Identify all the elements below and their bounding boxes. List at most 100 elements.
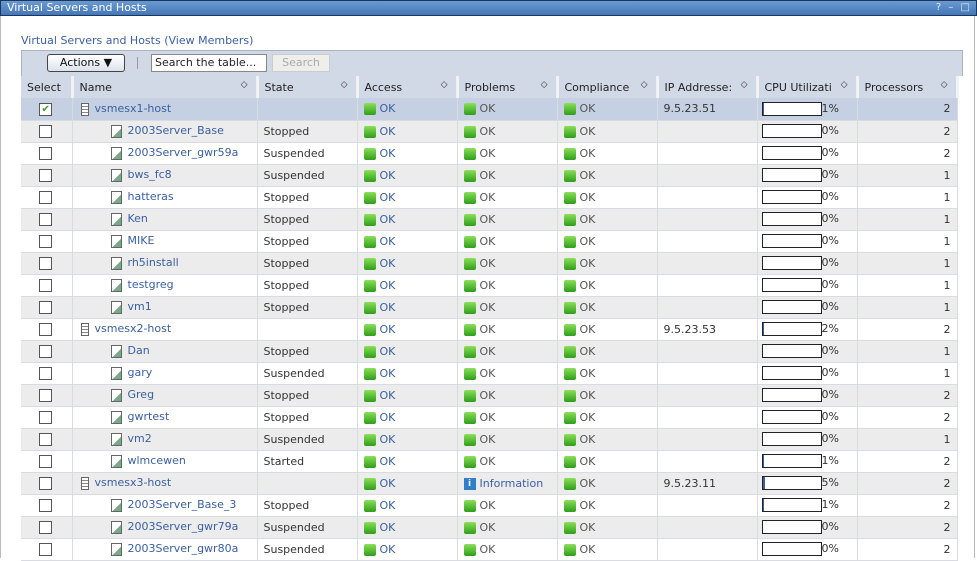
sort-icon[interactable]: ◇ xyxy=(541,80,548,90)
access-status[interactable]: OK xyxy=(380,477,396,490)
table-row[interactable]: Dan Stopped OK OK OK 0% 1 xyxy=(21,340,958,363)
table-row[interactable]: vm2 Suspended OK OK OK 0% 1 xyxy=(21,428,958,451)
server-name-link[interactable]: 2003Server_Base xyxy=(128,124,224,137)
row-checkbox[interactable] xyxy=(39,256,53,270)
table-row[interactable]: rh5install Stopped OK OK OK 0% 1 xyxy=(21,252,958,275)
window-controls-icon[interactable]: ? – □ xyxy=(936,1,972,15)
table-row[interactable]: ✔ vsmesx1-host OK OK OK 9.5.23.51 1% 2 xyxy=(21,98,958,121)
table-row[interactable]: 2003Server_gwr79a Suspended OK OK OK 0% 2 xyxy=(21,516,958,539)
row-checkbox[interactable]: ✔ xyxy=(39,102,53,116)
sort-icon[interactable]: ◇ xyxy=(641,80,648,90)
search-input[interactable]: Search the table... xyxy=(151,54,267,72)
server-name-link[interactable]: vsmesx1-host xyxy=(95,102,172,115)
row-checkbox[interactable] xyxy=(39,366,53,380)
column-header-compliance[interactable]: Compliance ◇ xyxy=(557,76,659,98)
row-checkbox[interactable] xyxy=(39,146,53,160)
row-checkbox[interactable] xyxy=(39,344,53,358)
server-name-link[interactable]: Ken xyxy=(128,212,148,225)
access-status[interactable]: OK xyxy=(380,147,396,160)
server-name-link[interactable]: Dan xyxy=(128,344,150,357)
access-status[interactable]: OK xyxy=(380,411,396,424)
table-row[interactable]: testgreg Stopped OK OK OK 0% 1 xyxy=(21,274,958,297)
server-name-link[interactable]: gary xyxy=(128,366,153,379)
row-checkbox[interactable] xyxy=(39,432,53,446)
table-row[interactable]: vsmesx3-host OK i Information OK 9.5.23.11 5% 2 xyxy=(21,472,958,495)
server-name-link[interactable]: MIKE xyxy=(128,234,155,247)
search-button[interactable]: Search xyxy=(272,54,330,72)
access-status[interactable]: OK xyxy=(380,389,396,402)
sort-icon[interactable]: ◇ xyxy=(441,80,448,90)
row-checkbox[interactable] xyxy=(39,520,53,534)
server-name-link[interactable]: bws_fc8 xyxy=(128,168,172,181)
actions-button[interactable]: Actions ▼ xyxy=(47,54,125,72)
access-status[interactable]: OK xyxy=(380,301,396,314)
server-name-link[interactable]: vm1 xyxy=(128,300,152,313)
server-name-link[interactable]: vsmesx2-host xyxy=(95,322,172,335)
column-header-name[interactable]: Name ◇ xyxy=(72,76,259,98)
access-status[interactable]: OK xyxy=(380,191,396,204)
access-status[interactable]: OK xyxy=(380,102,396,115)
row-checkbox[interactable] xyxy=(39,542,53,556)
sort-icon[interactable]: ◇ xyxy=(241,80,248,90)
sort-icon[interactable]: ◇ xyxy=(741,80,748,90)
table-row[interactable]: vm1 Stopped OK OK OK 0% 1 xyxy=(21,296,958,319)
row-checkbox[interactable] xyxy=(39,300,53,314)
server-name-link[interactable]: gwrtest xyxy=(128,410,170,423)
table-row[interactable]: 2003Server_Base Stopped OK OK OK 0% 2 xyxy=(21,120,958,143)
row-checkbox[interactable] xyxy=(39,212,53,226)
row-checkbox[interactable] xyxy=(39,388,53,402)
server-name-link[interactable]: vm2 xyxy=(128,432,152,445)
server-name-link[interactable]: 2003Server_Base_3 xyxy=(128,498,237,511)
server-name-link[interactable]: 2003Server_gwr80a xyxy=(128,542,239,555)
access-status[interactable]: OK xyxy=(380,169,396,182)
access-status[interactable]: OK xyxy=(380,235,396,248)
access-status[interactable]: OK xyxy=(380,521,396,534)
table-row[interactable]: 2003Server_gwr59a Suspended OK OK OK 0% 2 xyxy=(21,142,958,165)
table-row[interactable]: gary Suspended OK OK OK 0% 1 xyxy=(21,362,958,385)
table-row[interactable]: MIKE Stopped OK OK OK 0% 1 xyxy=(21,230,958,253)
access-status[interactable]: OK xyxy=(380,279,396,292)
server-name-link[interactable]: wlmcewen xyxy=(128,454,186,467)
column-header-ip-addresse[interactable]: IP Addresse: ◇ xyxy=(657,76,759,98)
sort-icon[interactable]: ◇ xyxy=(941,80,948,90)
table-row[interactable]: wlmcewen Started OK OK OK 1% 2 xyxy=(21,450,958,473)
server-name-link[interactable]: rh5install xyxy=(128,256,179,269)
row-checkbox[interactable] xyxy=(39,322,53,336)
view-members-link[interactable]: Virtual Servers and Hosts (View Members) xyxy=(21,34,253,47)
access-status[interactable]: OK xyxy=(380,257,396,270)
table-row[interactable]: 2003Server_Base_3 Stopped OK OK OK 1% 2 xyxy=(21,494,958,517)
sort-icon[interactable]: ◇ xyxy=(841,80,848,90)
row-checkbox[interactable] xyxy=(39,476,53,490)
access-status[interactable]: OK xyxy=(380,345,396,358)
table-row[interactable]: Ken Stopped OK OK OK 0% 1 xyxy=(21,208,958,231)
column-header-cpu-utilizati[interactable]: CPU Utilizati ◇ xyxy=(757,76,859,98)
server-name-link[interactable]: testgreg xyxy=(128,278,174,291)
table-row[interactable]: gwrtest Stopped OK OK OK 0% 2 xyxy=(21,406,958,429)
sort-icon[interactable]: ◇ xyxy=(341,80,348,90)
access-status[interactable]: OK xyxy=(380,213,396,226)
column-header-problems[interactable]: Problems ◇ xyxy=(457,76,559,98)
access-status[interactable]: OK xyxy=(380,323,396,336)
access-status[interactable]: OK xyxy=(380,455,396,468)
row-checkbox[interactable] xyxy=(39,410,53,424)
server-name-link[interactable]: vsmesx3-host xyxy=(95,476,172,489)
access-status[interactable]: OK xyxy=(380,499,396,512)
column-header-state[interactable]: State ◇ xyxy=(257,76,359,98)
column-header-select[interactable]: Select xyxy=(21,76,74,98)
row-checkbox[interactable] xyxy=(39,234,53,248)
table-row[interactable]: Greg Stopped OK OK OK 0% 2 xyxy=(21,384,958,407)
table-row[interactable]: hatteras Stopped OK OK OK 0% 1 xyxy=(21,186,958,209)
column-header-processors[interactable]: Processors ◇ xyxy=(857,76,959,98)
row-checkbox[interactable] xyxy=(39,190,53,204)
row-checkbox[interactable] xyxy=(39,168,53,182)
access-status[interactable]: OK xyxy=(380,125,396,138)
server-name-link[interactable]: 2003Server_gwr79a xyxy=(128,520,239,533)
access-status[interactable]: OK xyxy=(380,433,396,446)
row-checkbox[interactable] xyxy=(39,498,53,512)
row-checkbox[interactable] xyxy=(39,124,53,138)
access-status[interactable]: OK xyxy=(380,543,396,556)
table-row[interactable]: bws_fc8 Suspended OK OK OK 0% 1 xyxy=(21,164,958,187)
row-checkbox[interactable] xyxy=(39,454,53,468)
access-status[interactable]: OK xyxy=(380,367,396,380)
table-row[interactable]: vsmesx2-host OK OK OK 9.5.23.53 2% 2 xyxy=(21,318,958,341)
